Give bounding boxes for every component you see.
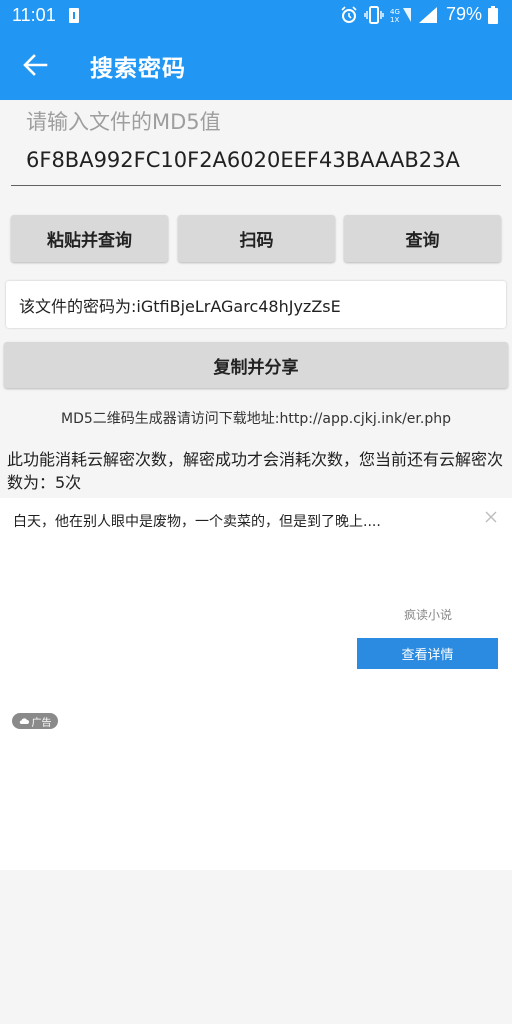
battery-percent: 79% [445, 4, 482, 24]
svg-text:1X: 1X [390, 16, 399, 24]
battery-charging-icon [69, 8, 79, 23]
data-4g-icon: 4G 1X [390, 7, 411, 24]
cloud-icon [19, 717, 29, 724]
ad-badge-label: 广告 [31, 717, 52, 729]
md5-input-value[interactable]: 6F8BA992FC10F2A6020EEF43BAAAB23A [26, 148, 460, 172]
ad-headline[interactable]: 白天，他在别人眼中是废物，一个卖菜的，但是到了晚上.... [13, 511, 381, 531]
scan-button[interactable]: 扫码 [178, 215, 335, 262]
status-bar: 11:01 4G 1X 79% [0, 0, 512, 32]
battery-icon [488, 5, 498, 24]
md5-input-hint: 请输入文件的MD5值 [26, 110, 221, 134]
page-title: 搜索密码 [90, 56, 186, 82]
close-icon[interactable] [484, 510, 498, 524]
arrow-left-icon[interactable] [22, 52, 48, 78]
copy-and-share-button[interactable]: 复制并分享 [4, 342, 508, 388]
vibrate-icon [364, 5, 384, 24]
input-underline [11, 185, 501, 186]
ad-banner[interactable]: 白天，他在别人眼中是废物，一个卖菜的，但是到了晚上.... 疯读小说 查看详情 … [0, 498, 512, 870]
password-result: 该文件的密码为:iGtfiBjeLrAGarc48hJyzZsE [6, 281, 506, 328]
qr-generator-link[interactable]: MD5二维码生成器请访问下载地址:http://app.cjkj.ink/er.… [0, 408, 512, 428]
password-result-text: 该文件的密码为:iGtfiBjeLrAGarc48hJyzZsE [19, 296, 341, 316]
svg-text:4G: 4G [390, 8, 400, 16]
app-bar: 搜索密码 [0, 32, 512, 100]
paste-and-query-button[interactable]: 粘贴并查询 [11, 215, 168, 262]
signal-icon [418, 6, 437, 23]
status-time: 11:01 [12, 5, 56, 25]
alarm-icon [341, 5, 357, 23]
md5-input-field[interactable]: 请输入文件的MD5值 6F8BA992FC10F2A6020EEF43BAAAB… [11, 100, 501, 186]
ad-detail-button[interactable]: 查看详情 [357, 638, 498, 669]
decrypt-quota-notice: 此功能消耗云解密次数，解密成功才会消耗次数，您当前还有云解密次数为：5次 [7, 450, 504, 492]
status-icons: 4G 1X 79% [340, 4, 498, 25]
query-button[interactable]: 查询 [344, 215, 501, 262]
ad-badge: 广告 [12, 713, 58, 729]
ad-source: 疯读小说 [403, 608, 452, 622]
